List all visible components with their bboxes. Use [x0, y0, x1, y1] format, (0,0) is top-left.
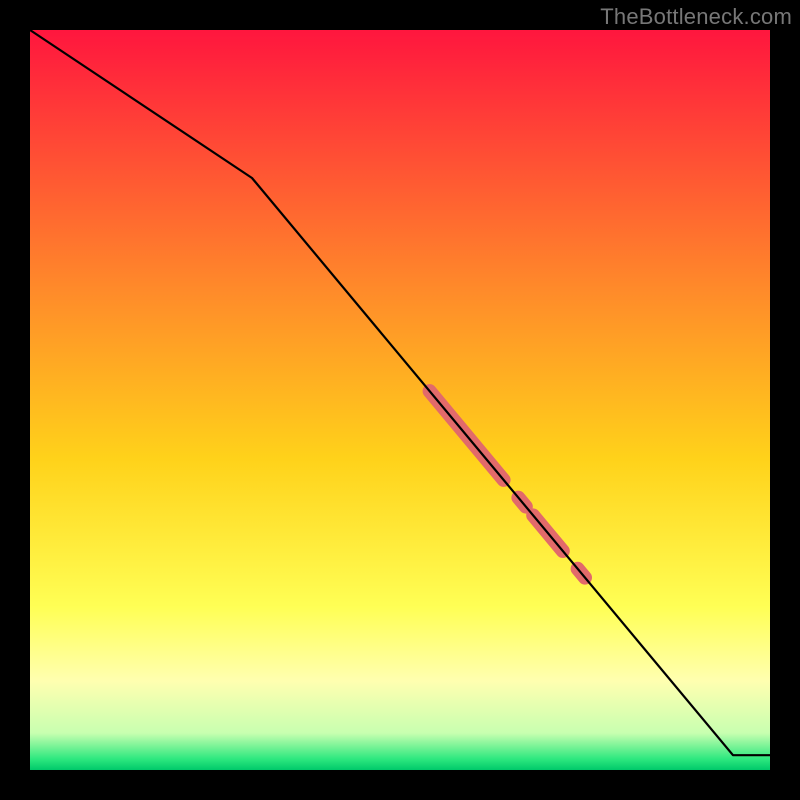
chart-stage: TheBottleneck.com	[0, 0, 800, 800]
plot-background	[30, 30, 770, 770]
chart-svg	[0, 0, 800, 800]
